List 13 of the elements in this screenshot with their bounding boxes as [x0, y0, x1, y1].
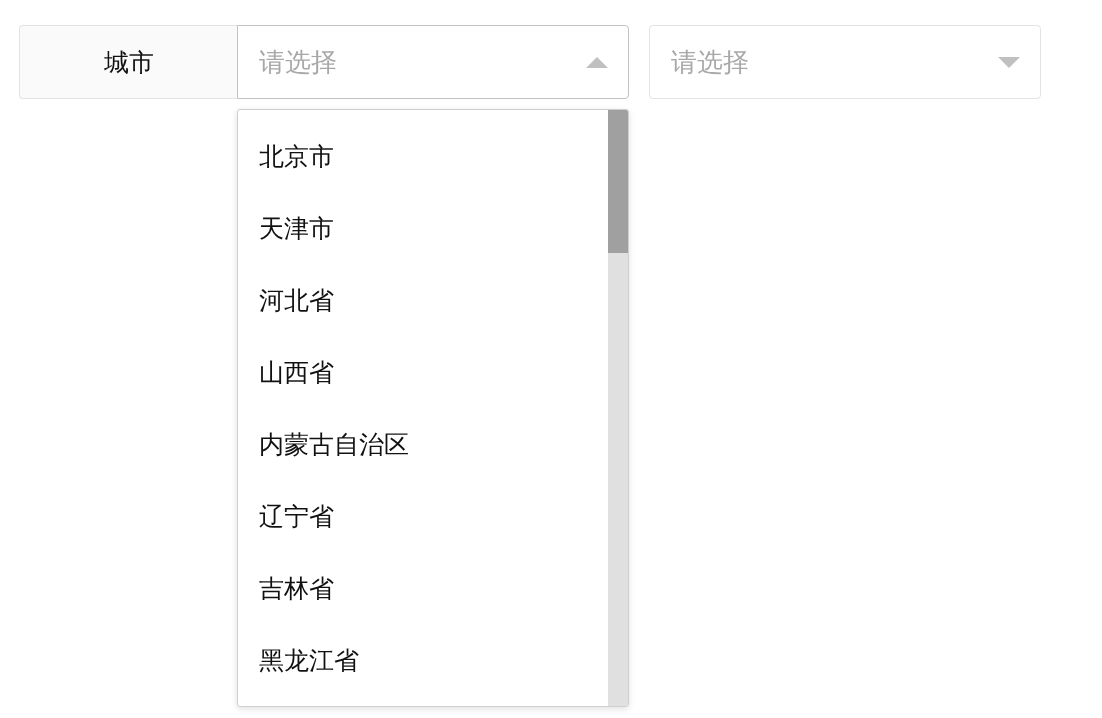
dropdown-option[interactable]: 天津市 [238, 192, 608, 264]
caret-up-icon [586, 56, 608, 68]
dropdown-option[interactable]: 辽宁省 [238, 480, 608, 552]
dropdown-option[interactable]: 山西省 [238, 336, 608, 408]
dropdown-option[interactable]: 北京市 [238, 120, 608, 192]
dropdown-option[interactable]: 河北省 [238, 264, 608, 336]
caret-down-icon [998, 56, 1020, 68]
field-label: 城市 [19, 25, 237, 99]
dropdown-option[interactable]: 黑龙江省 [238, 624, 608, 696]
dropdown-option[interactable]: 内蒙古自治区 [238, 408, 608, 480]
scrollbar-thumb[interactable] [608, 110, 628, 253]
dropdown-option[interactable]: 吉林省 [238, 552, 608, 624]
scrollbar-track[interactable] [608, 110, 628, 706]
